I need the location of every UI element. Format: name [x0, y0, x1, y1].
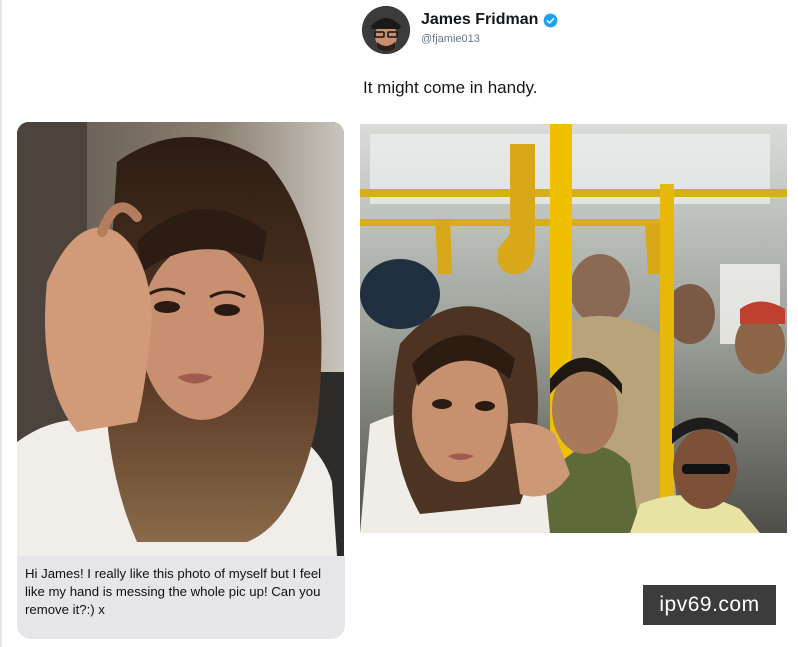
- message-text: Hi James! I really like this photo of my…: [25, 566, 322, 617]
- author-handle[interactable]: @fjamie013: [421, 33, 480, 45]
- verified-badge-icon: [543, 13, 558, 28]
- author-avatar[interactable]: [362, 6, 410, 54]
- edited-bus-photo[interactable]: [360, 124, 787, 533]
- page-left-border: [0, 0, 2, 647]
- author-name[interactable]: James Fridman: [421, 11, 538, 29]
- tweet-text: It might come in handy.: [363, 78, 538, 97]
- original-selfie-photo[interactable]: [17, 122, 344, 556]
- message-bubble: Hi James! I really like this photo of my…: [17, 556, 345, 639]
- site-watermark: ipv69.com: [643, 585, 776, 625]
